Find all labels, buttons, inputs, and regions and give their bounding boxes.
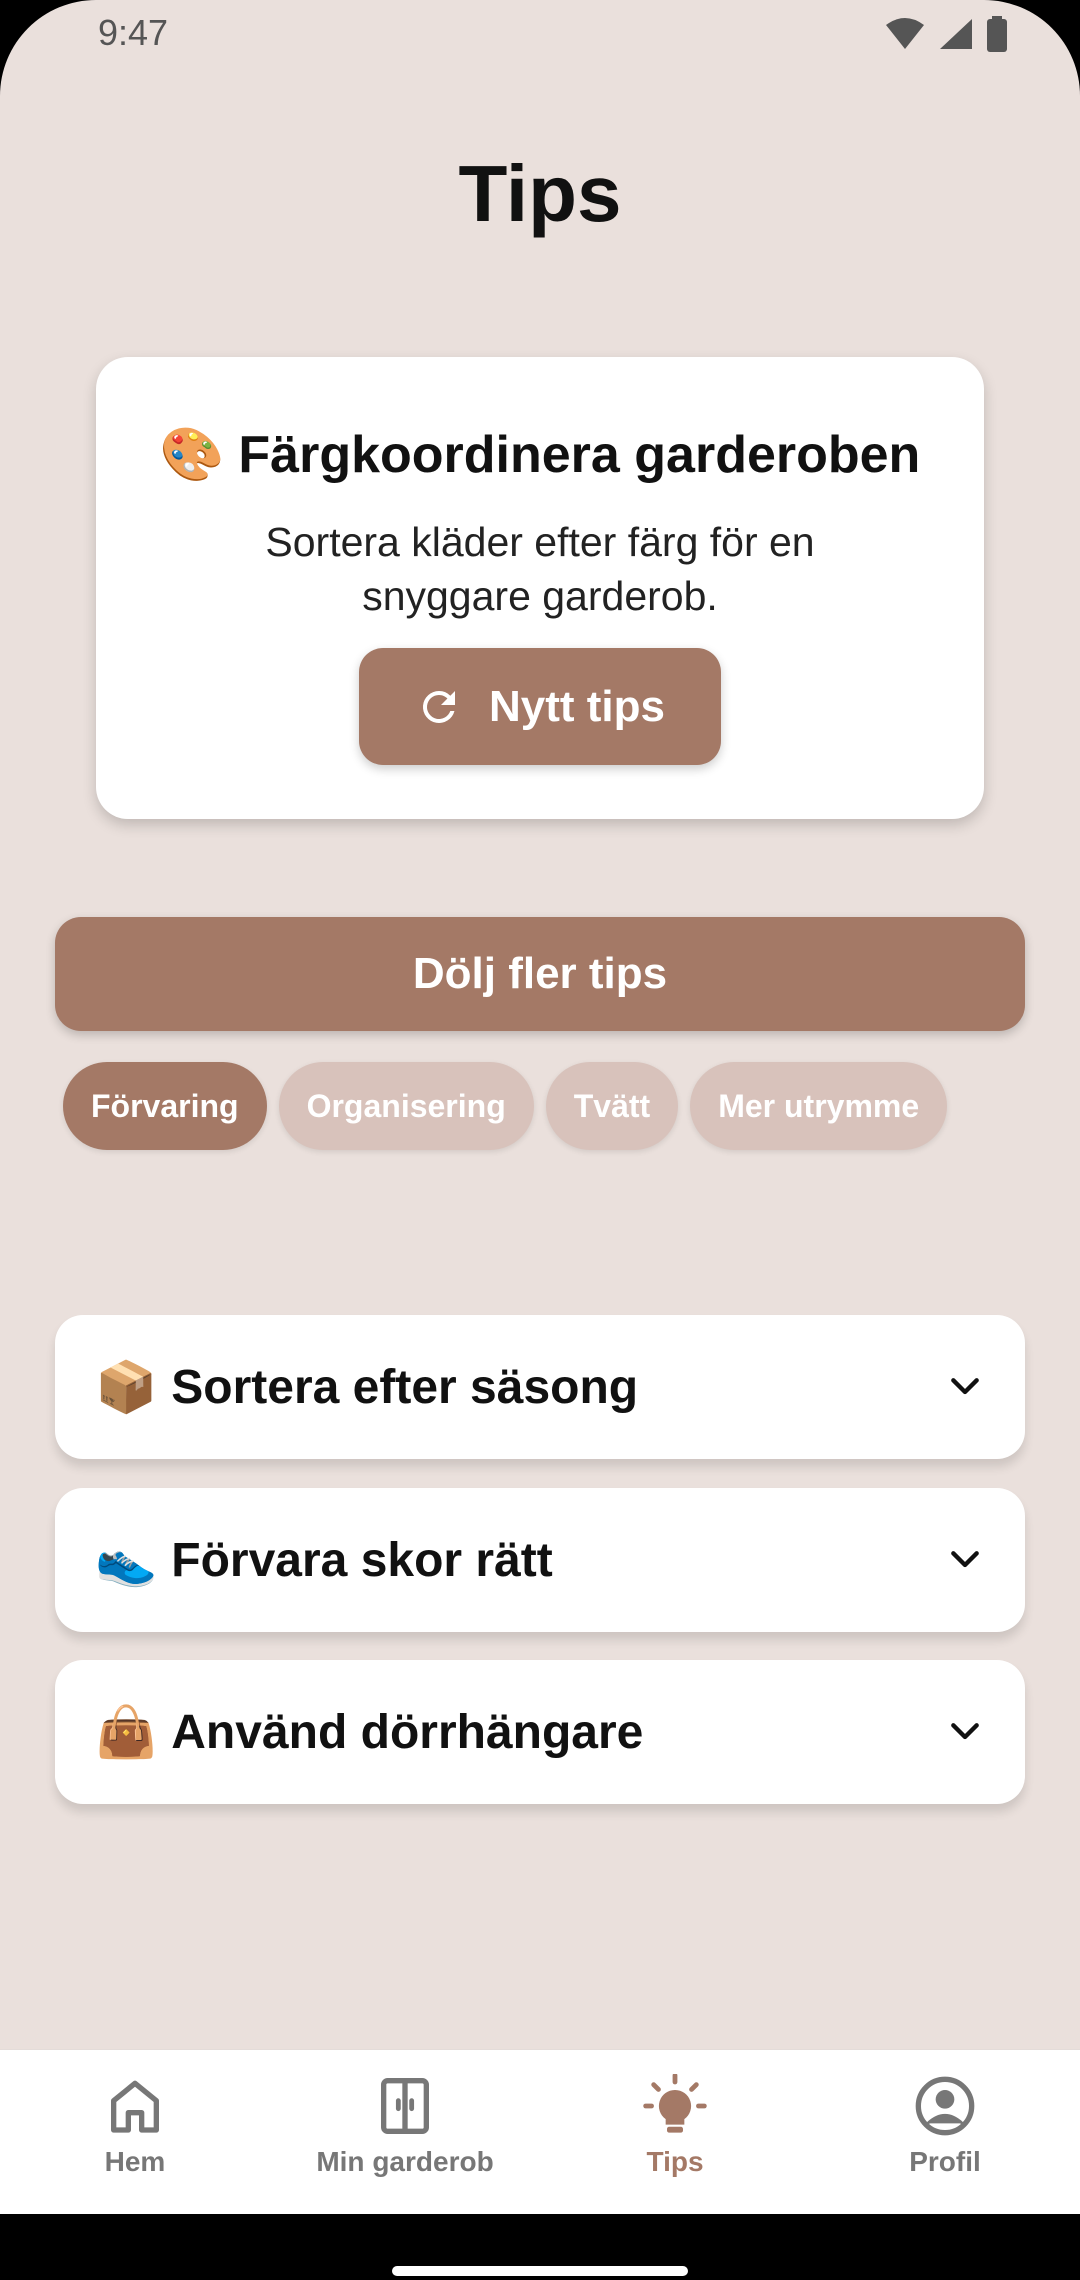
accordion-title: Sortera efter säsong [171, 1360, 639, 1414]
handbag-icon: 👜 [95, 1704, 158, 1760]
nav-label: Hem [104, 2146, 166, 2177]
status-icons [884, 16, 1008, 52]
wardrobe-icon [381, 2078, 429, 2134]
wifi-icon [886, 18, 924, 49]
bottom-navigation: Hem Min garderob Tips Profil [0, 2049, 1080, 2214]
tips-screen: 9:47 Tips 🎨 Färgkoordinera garderoben So… [0, 0, 1080, 2280]
signal-icon [940, 19, 972, 49]
nav-item-tips[interactable]: Tips [540, 2050, 810, 2214]
nav-item-min-garderob[interactable]: Min garderob [270, 2050, 540, 2214]
chevron-down-icon [951, 1378, 979, 1395]
tip-card: 🎨 Färgkoordinera garderoben Sortera kläd… [96, 357, 984, 819]
home-icon [111, 2080, 159, 2133]
accordion-title: Förvara skor rätt [171, 1533, 553, 1587]
category-chips: Förvaring Organisering Tvätt Mer utrymme [63, 1062, 948, 1150]
nav-label: Tips [646, 2146, 704, 2177]
refresh-icon [422, 690, 455, 723]
accordion-title: Använd dörrhängare [171, 1705, 644, 1759]
profile-icon [915, 2076, 975, 2136]
new-tip-button[interactable]: Nytt tips [359, 648, 721, 765]
box-icon: 📦 [95, 1359, 158, 1415]
lightbulb-icon [643, 2074, 707, 2133]
chip-mer-utrymme[interactable]: Mer utrymme [690, 1062, 948, 1150]
nav-label: Profil [909, 2146, 981, 2177]
palette-icon: 🎨 [159, 426, 225, 484]
tip-card-header: 🎨 Färgkoordinera garderoben [96, 425, 984, 485]
tip-card-text: Sortera kläder efter färg för en snyggar… [265, 519, 815, 619]
nav-item-profil[interactable]: Profil [810, 2050, 1080, 2214]
accordion-item-shoes[interactable]: 👟 Förvara skor rätt [55, 1488, 1025, 1632]
shoe-icon: 👟 [95, 1532, 158, 1588]
battery-icon [987, 16, 1007, 52]
status-time: 9:47 [98, 12, 169, 53]
chip-forvaring[interactable]: Förvaring [63, 1062, 267, 1150]
page-title: Tips [458, 149, 622, 238]
hide-more-tips-button[interactable]: Dölj fler tips [55, 917, 1025, 1031]
nav-label: Min garderob [316, 2146, 494, 2177]
nav-item-hem[interactable]: Hem [0, 2050, 270, 2214]
chevron-down-icon [951, 1551, 979, 1568]
chevron-down-icon [951, 1723, 979, 1740]
chip-organisering[interactable]: Organisering [278, 1062, 534, 1150]
new-tip-label: Nytt tips [489, 681, 665, 731]
chip-tvatt[interactable]: Tvätt [545, 1062, 679, 1150]
home-indicator[interactable] [392, 2266, 688, 2276]
status-bar: 9:47 [0, 0, 1080, 70]
tip-card-title: Färgkoordinera garderoben [238, 426, 921, 484]
accordion-item-season[interactable]: 📦 Sortera efter säsong [55, 1315, 1025, 1459]
accordion-item-door-hanger[interactable]: 👜 Använd dörrhängare [55, 1660, 1025, 1804]
